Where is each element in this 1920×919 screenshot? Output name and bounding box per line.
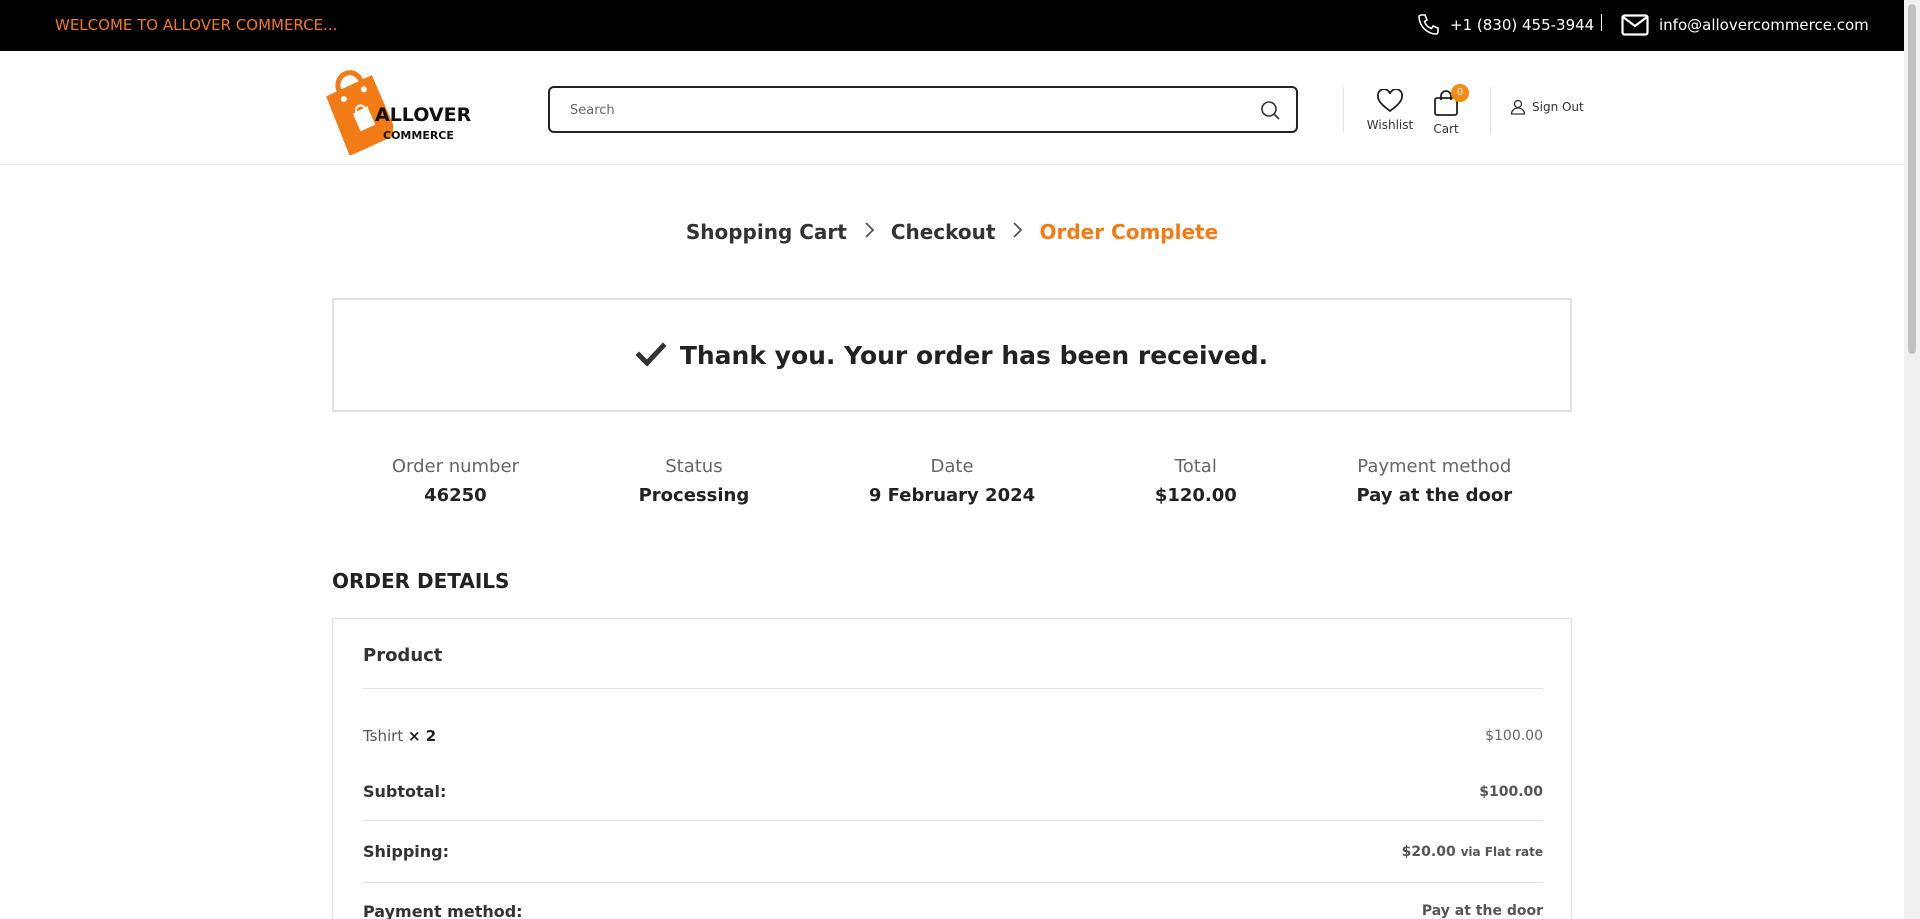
phone-contact[interactable]: +1 (830) 455-3944 [1416,11,1594,39]
sign-out-link[interactable]: Sign Out [1510,99,1584,115]
cart-link[interactable]: 0 Cart [1426,84,1469,136]
site-header: ALLOVER COMMERCE Wishlist 0 Cart Sign Ou… [0,51,1904,165]
search-input[interactable] [570,100,1230,120]
product-name[interactable]: Tshirt [363,727,403,745]
email-address: info@allovercommerce.com [1659,16,1869,34]
overview-date: Date 9 February 2024 [869,456,1035,526]
heart-icon [1377,88,1403,113]
site-logo[interactable]: ALLOVER COMMERCE [323,57,472,155]
table-row: Tshirt × 2 $100.00 [363,721,1543,751]
overview-payment-method: Payment method Pay at the door [1356,456,1512,526]
table-header-product: Product [363,645,1543,689]
overview-status: Status Processing [639,456,750,526]
shipping-method: via Flat rate [1460,844,1543,859]
cart-label: Cart [1433,122,1459,136]
subtotal-value: $100.00 [1479,783,1543,800]
cart-count-badge: 0 [1451,84,1469,102]
overview-label: Payment method [1357,456,1512,477]
overview-value: $120.00 [1154,485,1237,506]
chevron-right-icon [1011,220,1023,244]
product-quantity: × 2 [408,727,437,745]
wishlist-label: Wishlist [1366,118,1414,132]
overview-order-number: Order number 46250 [392,456,519,526]
overview-label: Total [1174,456,1217,477]
step-order-complete: Order Complete [1039,220,1219,244]
overview-value: Pay at the door [1356,485,1513,506]
chevron-right-icon [863,220,875,244]
payment-method-value: Pay at the door [1421,903,1543,919]
sign-out-label: Sign Out [1532,100,1584,114]
overview-value: 46250 [424,485,487,506]
phone-icon [1418,14,1439,35]
shipping-label: Shipping: [363,842,450,861]
welcome-text: WELCOME TO ALLOVER COMMERCE... [55,16,338,34]
overview-label: Order number [391,456,519,477]
overview-label: Status [665,456,723,477]
phone-number: +1 (830) 455-3944 [1450,16,1595,34]
overview-label: Date [930,456,974,477]
search-bar [548,86,1298,133]
header-divider [1490,87,1491,133]
user-icon [1510,99,1526,115]
scrollbar-thumb[interactable] [1908,4,1916,354]
overview-value: 9 February 2024 [868,485,1036,506]
order-received-notice: Thank you. Your order has been received. [332,298,1572,412]
payment-method-label: Payment method: [363,901,523,919]
payment-method-row: Payment method: Pay at the door [363,885,1543,919]
topbar-divider [1601,14,1602,31]
thank-you-message: Thank you. Your order has been received. [679,340,1269,370]
product-price: $100.00 [1485,728,1543,744]
checkout-steps: Shopping Cart Checkout Order Complete [0,220,1904,244]
step-shopping-cart[interactable]: Shopping Cart [686,220,847,244]
order-details-title: ORDER DETAILS [332,569,510,593]
search-icon[interactable] [1260,100,1280,120]
product-cell: Tshirt × 2 [363,727,436,745]
top-bar: WELCOME TO ALLOVER COMMERCE... +1 (830) … [0,0,1904,51]
order-details-table: Product Tshirt × 2 $100.00 Subtotal: $10… [332,618,1572,919]
shipping-value: $20.00 [1401,843,1456,860]
mail-icon [1621,14,1649,36]
email-contact[interactable]: info@allovercommerce.com [1621,11,1869,39]
overview-value: Processing [638,485,750,506]
page-scrollbar[interactable] [1904,0,1920,919]
header-divider [1343,87,1344,133]
logo-word-allover: ALLOVER [375,104,472,126]
subtotal-row: Subtotal: $100.00 [363,763,1543,821]
shipping-row: Shipping: $20.00 via Flat rate [363,821,1543,883]
checkmark-icon [635,342,666,367]
subtotal-label: Subtotal: [363,782,447,801]
shipping-value-cell: $20.00 via Flat rate [1402,844,1543,860]
wishlist-link[interactable]: Wishlist [1364,88,1416,132]
order-overview: Order number 46250 Status Processing Dat… [332,456,1572,526]
overview-total: Total $120.00 [1155,456,1237,526]
step-checkout[interactable]: Checkout [891,220,996,244]
logo-word-commerce: COMMERCE [383,129,454,142]
